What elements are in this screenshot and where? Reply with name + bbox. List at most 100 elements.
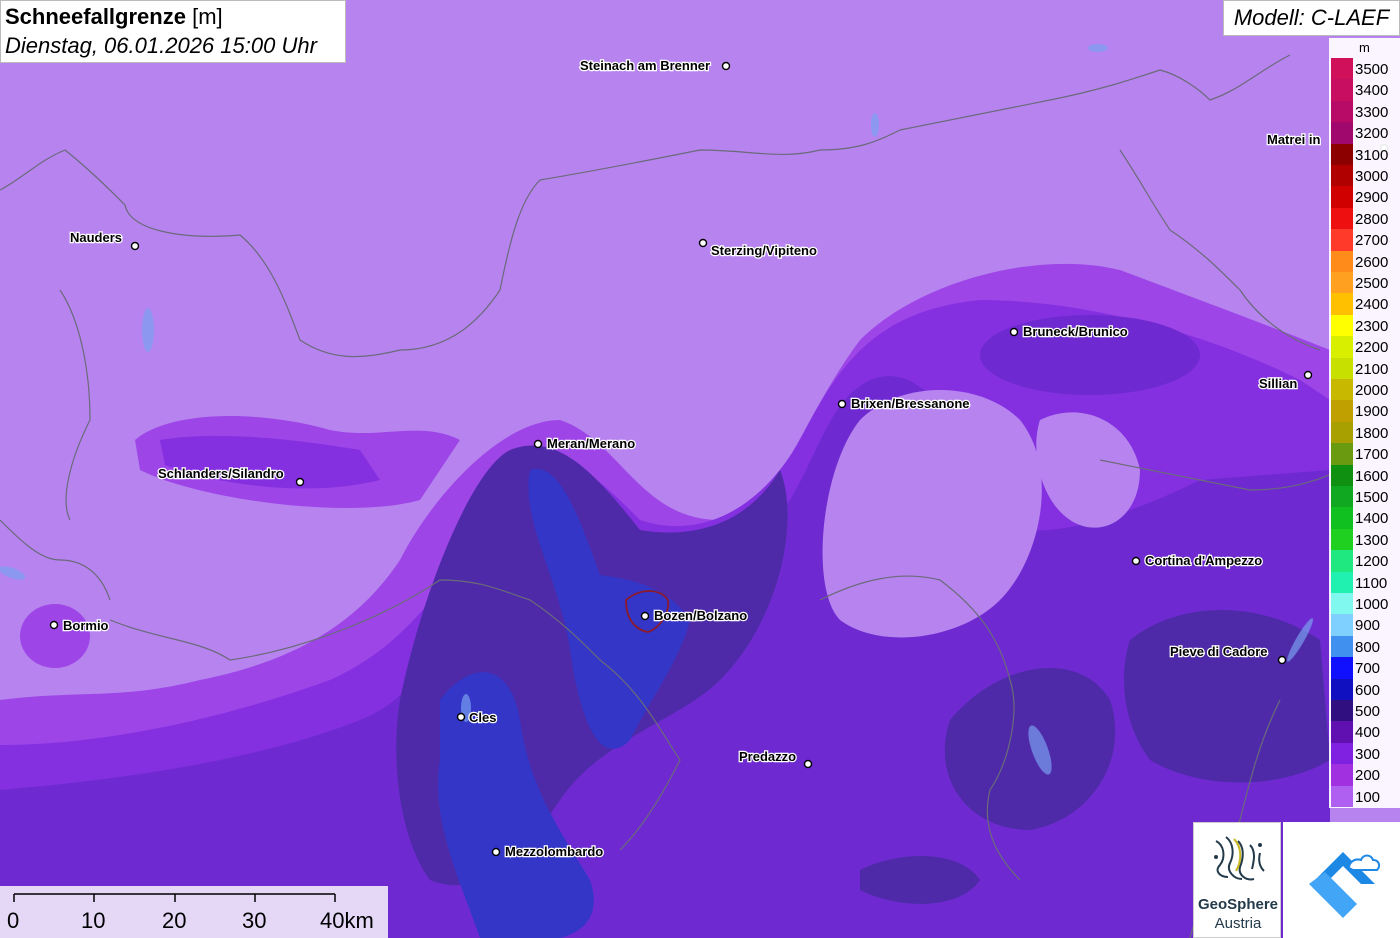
city-label: Brixen/Bressanone [851, 396, 970, 411]
legend-label: 3400 [1355, 82, 1389, 100]
legend-label: 800 [1355, 638, 1381, 656]
city-marker: Mezzolombardo [491, 843, 605, 860]
scale-tick-30: 30 [242, 908, 267, 933]
legend-label: 2300 [1355, 317, 1389, 335]
legend-label: 2600 [1355, 253, 1389, 271]
legend-row: 2000 [1329, 379, 1400, 401]
legend-row: 1000 [1329, 593, 1400, 615]
city-dot [803, 759, 813, 769]
legend-label: 2400 [1355, 296, 1389, 314]
legend-row: 2200 [1329, 336, 1400, 358]
legend-label: 2100 [1355, 360, 1389, 378]
legend-row: 900 [1329, 614, 1400, 636]
city-dot [698, 238, 708, 248]
legend-swatch [1331, 764, 1353, 786]
city-dot [491, 847, 501, 857]
city-marker: Meran/Merano [533, 435, 636, 452]
legend-row: 2100 [1329, 357, 1400, 379]
city-dot [130, 241, 140, 251]
legend-label: 1500 [1355, 489, 1389, 506]
legend-label: 3300 [1355, 103, 1389, 121]
legend-row: 3000 [1329, 165, 1400, 187]
city-dot [456, 712, 466, 722]
legend-row: 2500 [1329, 272, 1400, 294]
scale-bar: 0 10 20 30 40km [0, 886, 388, 938]
legend-swatch [1331, 143, 1353, 165]
cloud-arrow-logo[interactable] [1283, 822, 1400, 938]
legend-swatch [1331, 229, 1353, 251]
legend-label: 2500 [1355, 275, 1389, 292]
legend-swatch [1331, 443, 1353, 465]
legend-swatch [1331, 357, 1353, 379]
legend-label: 3500 [1355, 61, 1389, 78]
city-dot [640, 611, 650, 621]
city-dot [837, 399, 847, 409]
legend-swatch [1331, 785, 1353, 807]
legend-swatch [1331, 571, 1353, 593]
legend-label: 1700 [1355, 446, 1389, 464]
legend-label: 2800 [1355, 210, 1389, 228]
legend-label: 1400 [1355, 510, 1389, 528]
legend-swatch [1331, 721, 1353, 743]
legend-swatch [1331, 165, 1353, 187]
legend-row: 3400 [1329, 79, 1400, 101]
legend-row: 1700 [1329, 443, 1400, 465]
legend-row: 2400 [1329, 293, 1400, 315]
legend-row: 1600 [1329, 464, 1400, 486]
legend-row: 700 [1329, 657, 1400, 679]
geosphere-name: GeoSphere [1197, 896, 1279, 913]
legend-swatch [1331, 58, 1353, 80]
geosphere-logo[interactable]: GeoSphere Austria [1193, 822, 1281, 938]
city-dot [533, 439, 543, 449]
map-title-box: Schneefallgrenze [m] Dienstag, 06.01.202… [0, 0, 346, 63]
city-label: Pieve di Cadore [1170, 644, 1268, 659]
city-label: Bormio [63, 618, 109, 633]
legend-label: 3100 [1355, 146, 1389, 164]
legend-label: 300 [1355, 745, 1381, 763]
city-label: Bozen/Bolzano [654, 608, 747, 623]
legend-label: 600 [1355, 681, 1381, 699]
legend-swatch [1331, 314, 1353, 337]
legend-label: 1200 [1355, 553, 1389, 571]
geosphere-country: Austria [1214, 915, 1262, 932]
legend-row: 500 [1329, 700, 1400, 722]
city-label: Cortina d'Ampezzo [1145, 553, 1262, 568]
scale-tick-0: 0 [7, 908, 20, 933]
cloud-arrow-logo-icon [1309, 852, 1381, 918]
map-datetime: Dienstag, 06.01.2026 15:00 Uhr [5, 33, 317, 58]
legend-row: 1400 [1329, 507, 1400, 529]
city-marker: Bruneck/Brunico [1009, 323, 1129, 340]
legend-label: 1900 [1355, 403, 1389, 421]
legend-label: 1800 [1355, 424, 1389, 442]
legend-swatch [1331, 79, 1353, 101]
legend-row: 2700 [1329, 229, 1400, 251]
legend-label: 200 [1355, 767, 1381, 785]
legend-swatch [1331, 100, 1353, 123]
city-marker: Bozen/Bolzano [640, 607, 748, 624]
legend-label: 700 [1355, 660, 1381, 678]
legend-row: 300 [1329, 742, 1400, 765]
legend-row: 2900 [1329, 186, 1400, 208]
city-dot [721, 61, 731, 71]
legend-label: 500 [1355, 703, 1381, 720]
legend-row: 1800 [1329, 421, 1400, 444]
city-label: Steinach am Brenner [580, 58, 710, 73]
legend-swatch [1331, 336, 1353, 358]
legend-swatch [1331, 635, 1353, 658]
city-marker: Sterzing/Vipiteno [698, 238, 818, 259]
legend-unit: m [1359, 40, 1370, 55]
city-label: Predazzo [739, 749, 796, 764]
legend-label: 2900 [1355, 189, 1389, 207]
legend-row: 3300 [1329, 100, 1400, 123]
legend-swatch [1331, 272, 1353, 294]
city-marker: Brixen/Bressanone [837, 395, 971, 412]
legend-swatch [1331, 400, 1353, 422]
city-dot [1277, 655, 1287, 665]
scale-tick-20: 20 [162, 908, 187, 933]
legend-swatch [1331, 614, 1353, 636]
legend-label: 2200 [1355, 339, 1389, 357]
legend-swatch [1331, 207, 1353, 230]
legend-label: 100 [1355, 788, 1381, 806]
legend-swatch [1331, 421, 1353, 444]
map-title: Schneefallgrenze [5, 4, 186, 29]
